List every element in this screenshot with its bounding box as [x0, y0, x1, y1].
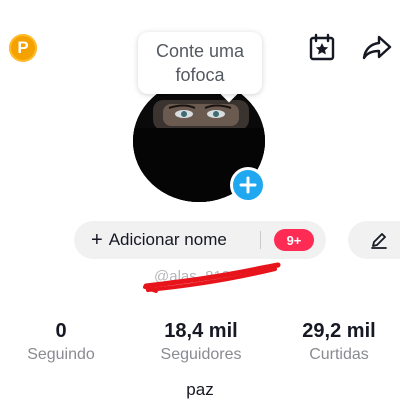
coin-badge-icon[interactable]: P [9, 34, 37, 62]
plus-icon [239, 176, 257, 194]
following-stat[interactable]: 0 Seguindo [1, 318, 121, 364]
calendar-star-icon[interactable] [305, 30, 339, 64]
likes-count: 29,2 mil [302, 320, 376, 342]
followers-label: Seguidores [160, 346, 242, 363]
followers-count: 18,4 mil [164, 320, 238, 342]
red-scribble-redaction [143, 262, 281, 293]
likes-label: Curtidas [309, 346, 369, 363]
notification-count-badge: 9+ [274, 229, 314, 251]
profile-screen: P Conte uma fofoca + Adicionar nome 9+ @… [0, 0, 400, 400]
plus-icon: + [91, 229, 103, 251]
add-avatar-button[interactable] [230, 167, 266, 203]
share-arrow-icon[interactable] [360, 30, 394, 64]
following-count: 0 [55, 320, 67, 342]
gossip-prompt-bubble[interactable]: Conte uma fofoca [138, 32, 262, 94]
bubble-text: Conte uma fofoca [155, 41, 245, 85]
following-label: Seguindo [27, 346, 95, 363]
edit-profile-button[interactable] [348, 221, 400, 259]
bio-text: paz [186, 380, 214, 399]
likes-stat[interactable]: 29,2 mil Curtidas [279, 318, 399, 364]
pencil-icon [371, 233, 387, 249]
add-name-label: Adicionar nome [108, 230, 227, 249]
pill-divider [260, 231, 261, 249]
followers-stat[interactable]: 18,4 mil Seguidores [141, 318, 261, 364]
coin-badge-letter: P [17, 38, 29, 57]
